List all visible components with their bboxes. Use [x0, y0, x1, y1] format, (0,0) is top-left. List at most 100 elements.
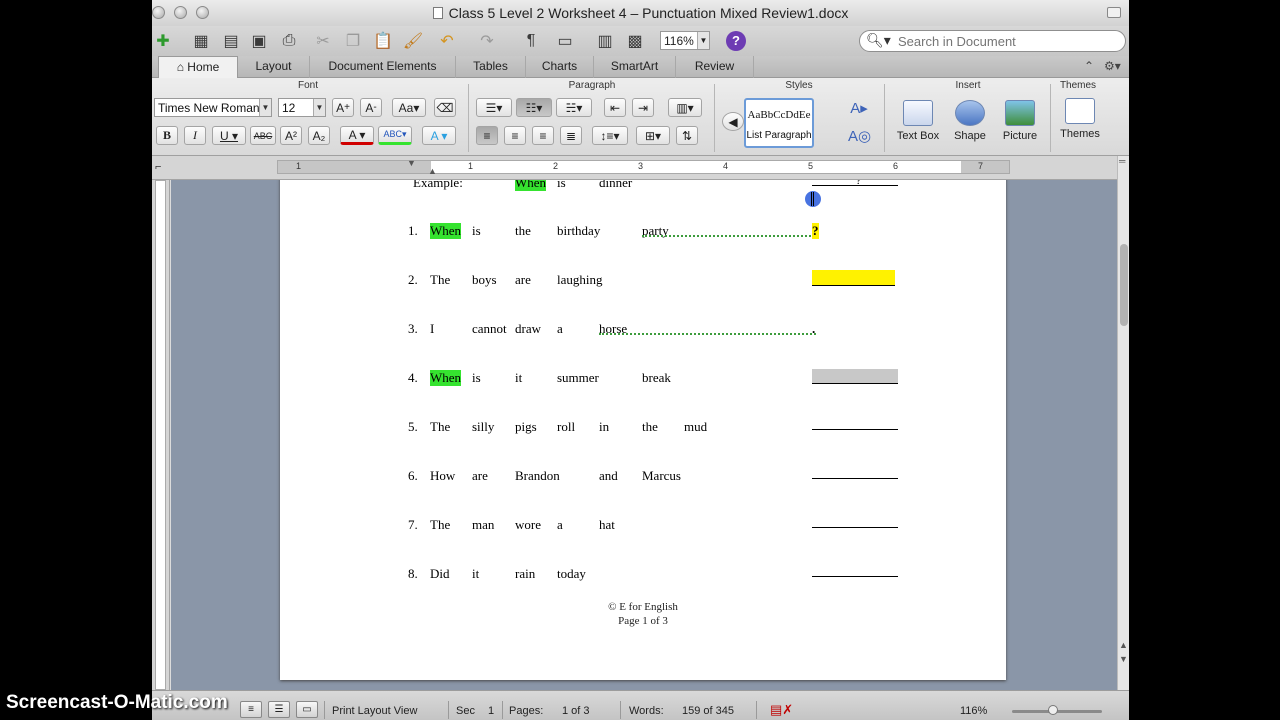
list-item[interactable]: 8. Did it rain today: [280, 566, 1006, 586]
increase-indent-icon[interactable]: ⇥: [632, 98, 654, 117]
decrease-indent-icon[interactable]: ⇤: [604, 98, 626, 117]
answer-line[interactable]: [812, 478, 898, 479]
answer-line[interactable]: [812, 527, 898, 528]
list-item[interactable]: 7. The man wore a hat: [280, 517, 1006, 537]
print-layout-view-button[interactable]: ▭: [296, 701, 318, 718]
open-icon[interactable]: ▤: [220, 30, 242, 52]
undo-icon[interactable]: ↶: [436, 30, 458, 52]
scroll-up-icon[interactable]: ▲: [1119, 640, 1128, 650]
answer-selected[interactable]: [812, 369, 898, 384]
shrink-font-button[interactable]: A-: [360, 98, 382, 117]
justify-icon[interactable]: ≣: [560, 126, 582, 145]
answer-highlighted[interactable]: [812, 270, 895, 286]
bold-button[interactable]: B: [156, 126, 178, 145]
copy-icon[interactable]: ❐: [342, 30, 364, 52]
maximize-window-button[interactable]: [196, 6, 209, 19]
close-window-button[interactable]: [152, 6, 165, 19]
toolbar-toggle-button[interactable]: [1107, 7, 1121, 18]
font-name-select[interactable]: Times New Roman ▼: [154, 98, 272, 117]
tab-tables[interactable]: Tables: [456, 56, 526, 78]
minimize-window-button[interactable]: [174, 6, 187, 19]
outline-view-button[interactable]: ☰: [268, 701, 290, 718]
help-button[interactable]: ?: [726, 31, 746, 51]
search-icon[interactable]: 🔍︎▾: [866, 32, 891, 49]
shape-button[interactable]: Shape: [944, 100, 996, 142]
list-item[interactable]: 1. When is the birthday party ?: [280, 223, 1006, 243]
tab-layout[interactable]: Layout: [238, 56, 310, 78]
themes-button[interactable]: Themes: [1054, 98, 1106, 140]
font-color-button[interactable]: A ▾: [340, 126, 374, 145]
draft-view-button[interactable]: ≡: [240, 701, 262, 718]
gear-icon[interactable]: ⚙▾: [1104, 59, 1121, 73]
tab-home[interactable]: ⌂ Home: [158, 56, 238, 78]
group-divider: [714, 84, 715, 152]
cut-icon[interactable]: ✂: [312, 30, 334, 52]
list-item[interactable]: 2. The boys are laughing: [280, 270, 1006, 292]
styles-prev-icon[interactable]: ◀: [722, 112, 744, 131]
bullets-button[interactable]: ☰▾: [476, 98, 512, 117]
font-size-select[interactable]: 12 ▼: [278, 98, 326, 117]
new-document-icon[interactable]: ✚: [152, 30, 174, 52]
search-input[interactable]: [898, 34, 1118, 49]
toolbox-icon[interactable]: ▩: [624, 30, 646, 52]
first-line-indent-marker[interactable]: ▼: [407, 158, 416, 168]
proofing-error-icon[interactable]: ▤✗: [770, 702, 793, 718]
zoom-select[interactable]: 116% ▼: [660, 31, 710, 50]
list-item[interactable]: 5. The silly pigs roll in the mud: [280, 419, 1006, 439]
tab-charts[interactable]: Charts: [526, 56, 594, 78]
split-handle-icon[interactable]: ═: [1119, 156, 1125, 166]
styles-pane-icon[interactable]: A▸: [848, 98, 870, 117]
document-page[interactable]: Example: When is dinner ? 1. When is the…: [280, 180, 1006, 680]
horizontal-ruler[interactable]: ⌐ 1 1 2 3 4 5 6 7 ▼ ▲: [152, 156, 1129, 180]
answer-line[interactable]: [812, 576, 898, 577]
format-painter-icon[interactable]: 🖌: [402, 30, 424, 52]
multilevel-list-button[interactable]: ☵▾: [556, 98, 592, 117]
templates-icon[interactable]: ▦: [190, 30, 212, 52]
superscript-button[interactable]: A²: [280, 126, 302, 145]
underline-button[interactable]: U ▾: [212, 126, 246, 145]
sort-icon[interactable]: ⇅: [676, 126, 698, 145]
tab-document-elements[interactable]: Document Elements: [310, 56, 456, 78]
vertical-scrollbar[interactable]: ▲ ▼ ═: [1117, 156, 1129, 690]
manage-styles-icon[interactable]: A◎: [848, 126, 871, 145]
scroll-down-icon[interactable]: ▼: [1119, 654, 1128, 664]
print-icon[interactable]: ⎙: [278, 30, 300, 52]
align-center-icon[interactable]: ≡: [504, 126, 526, 145]
numbering-button[interactable]: ☷▾: [516, 98, 552, 117]
save-icon[interactable]: ▣: [248, 30, 270, 52]
highlight-color-button[interactable]: ABC▾: [378, 126, 412, 145]
tab-smartart[interactable]: SmartArt: [594, 56, 676, 78]
text-effects-button[interactable]: A ▾: [422, 126, 456, 145]
redo-icon[interactable]: ↷: [476, 30, 498, 52]
zoom-slider-handle[interactable]: [1048, 705, 1058, 715]
document-canvas[interactable]: Example: When is dinner ? 1. When is the…: [171, 180, 1117, 690]
change-case-button[interactable]: Aa▾: [392, 98, 426, 117]
list-item[interactable]: 3. I cannot draw a horse .: [280, 321, 1006, 341]
text-box-button[interactable]: Text Box: [892, 100, 944, 142]
italic-button[interactable]: I: [184, 126, 206, 145]
sidebar-icon[interactable]: ▥: [594, 30, 616, 52]
style-list-paragraph[interactable]: AaBbCcDdEe List Paragraph: [744, 98, 814, 148]
view-layout-icon[interactable]: ▭: [554, 30, 576, 52]
subscript-button[interactable]: A₂: [308, 126, 330, 145]
scrollbar-thumb[interactable]: [1120, 244, 1128, 326]
search-field[interactable]: 🔍︎▾: [859, 30, 1126, 52]
columns-button[interactable]: ▥▾: [668, 98, 702, 117]
list-item[interactable]: 4. When is it summer break: [280, 369, 1006, 390]
strikethrough-button[interactable]: ABC: [250, 126, 276, 145]
paragraph-marks-icon[interactable]: ¶: [520, 30, 542, 52]
tab-review[interactable]: Review: [676, 56, 754, 78]
align-right-icon[interactable]: ≡: [532, 126, 554, 145]
picture-button[interactable]: Picture: [994, 100, 1046, 142]
hanging-indent-marker[interactable]: ▲: [428, 166, 437, 176]
clear-formatting-icon[interactable]: ⌫: [434, 98, 456, 117]
align-left-icon[interactable]: ≡: [476, 126, 498, 145]
grow-font-button[interactable]: A +: [332, 98, 354, 117]
line-spacing-button[interactable]: ↕≡▾: [592, 126, 628, 145]
list-item[interactable]: 6. How are Brandon and Marcus: [280, 468, 1006, 488]
tab-stop-icon[interactable]: ⌐: [155, 161, 161, 173]
paste-icon[interactable]: 📋: [372, 30, 394, 52]
borders-button[interactable]: ⊞▾: [636, 126, 670, 145]
collapse-ribbon-icon[interactable]: ⌃: [1084, 59, 1094, 73]
answer-line[interactable]: [812, 429, 898, 430]
